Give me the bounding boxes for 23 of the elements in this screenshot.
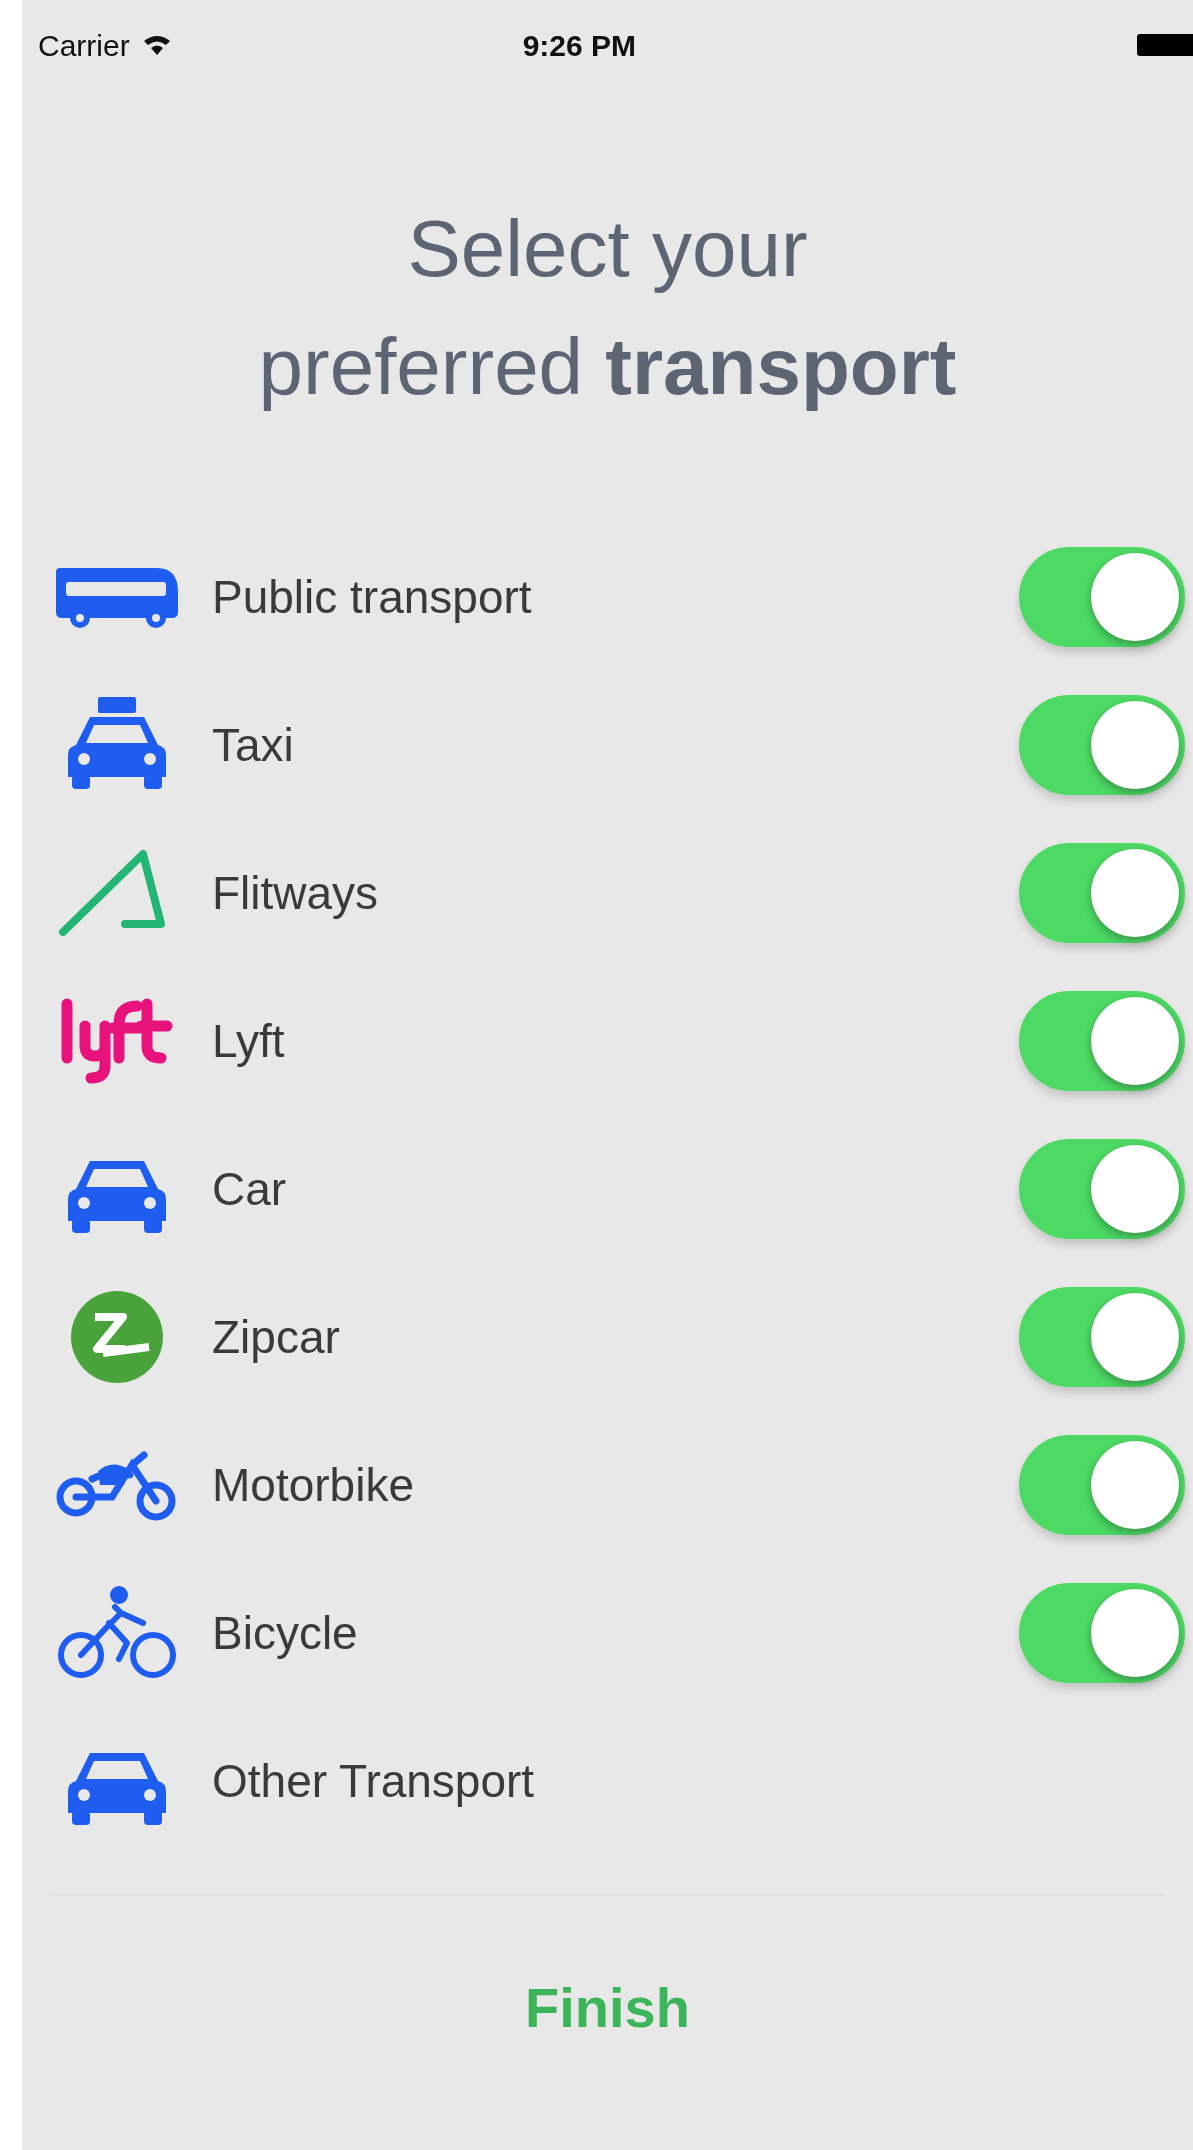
toggle-switch[interactable]: [1019, 1139, 1185, 1239]
title-line: Select your: [407, 203, 808, 295]
option-label: Flitways: [212, 865, 380, 921]
toggle-switch[interactable]: [1019, 991, 1185, 1091]
status-time: 9:26 PM: [522, 27, 637, 64]
option-label: Other Transport: [212, 1753, 536, 1809]
toggle-switch[interactable]: [1019, 843, 1185, 943]
option-label: Motorbike: [212, 1457, 415, 1513]
toggle-switch[interactable]: [1019, 1583, 1185, 1683]
option-label: Lyft: [212, 1013, 286, 1069]
toggle-switch[interactable]: [1019, 1287, 1185, 1387]
toggle-switch[interactable]: [1019, 547, 1185, 647]
option-label: Public transport: [212, 569, 533, 625]
toggle-switch[interactable]: [1019, 1435, 1185, 1535]
option-label: Car: [212, 1161, 288, 1217]
toggle-switch[interactable]: [1019, 695, 1185, 795]
option-label: Taxi: [212, 717, 295, 773]
option-label: Bicycle: [212, 1605, 359, 1661]
carrier-label: Carrier: [38, 27, 130, 64]
title-line: preferred transport: [258, 321, 957, 413]
finish-button[interactable]: Finish: [501, 1966, 714, 2050]
option-label: Zipcar: [212, 1309, 341, 1365]
battery-icon: [1137, 34, 1193, 56]
